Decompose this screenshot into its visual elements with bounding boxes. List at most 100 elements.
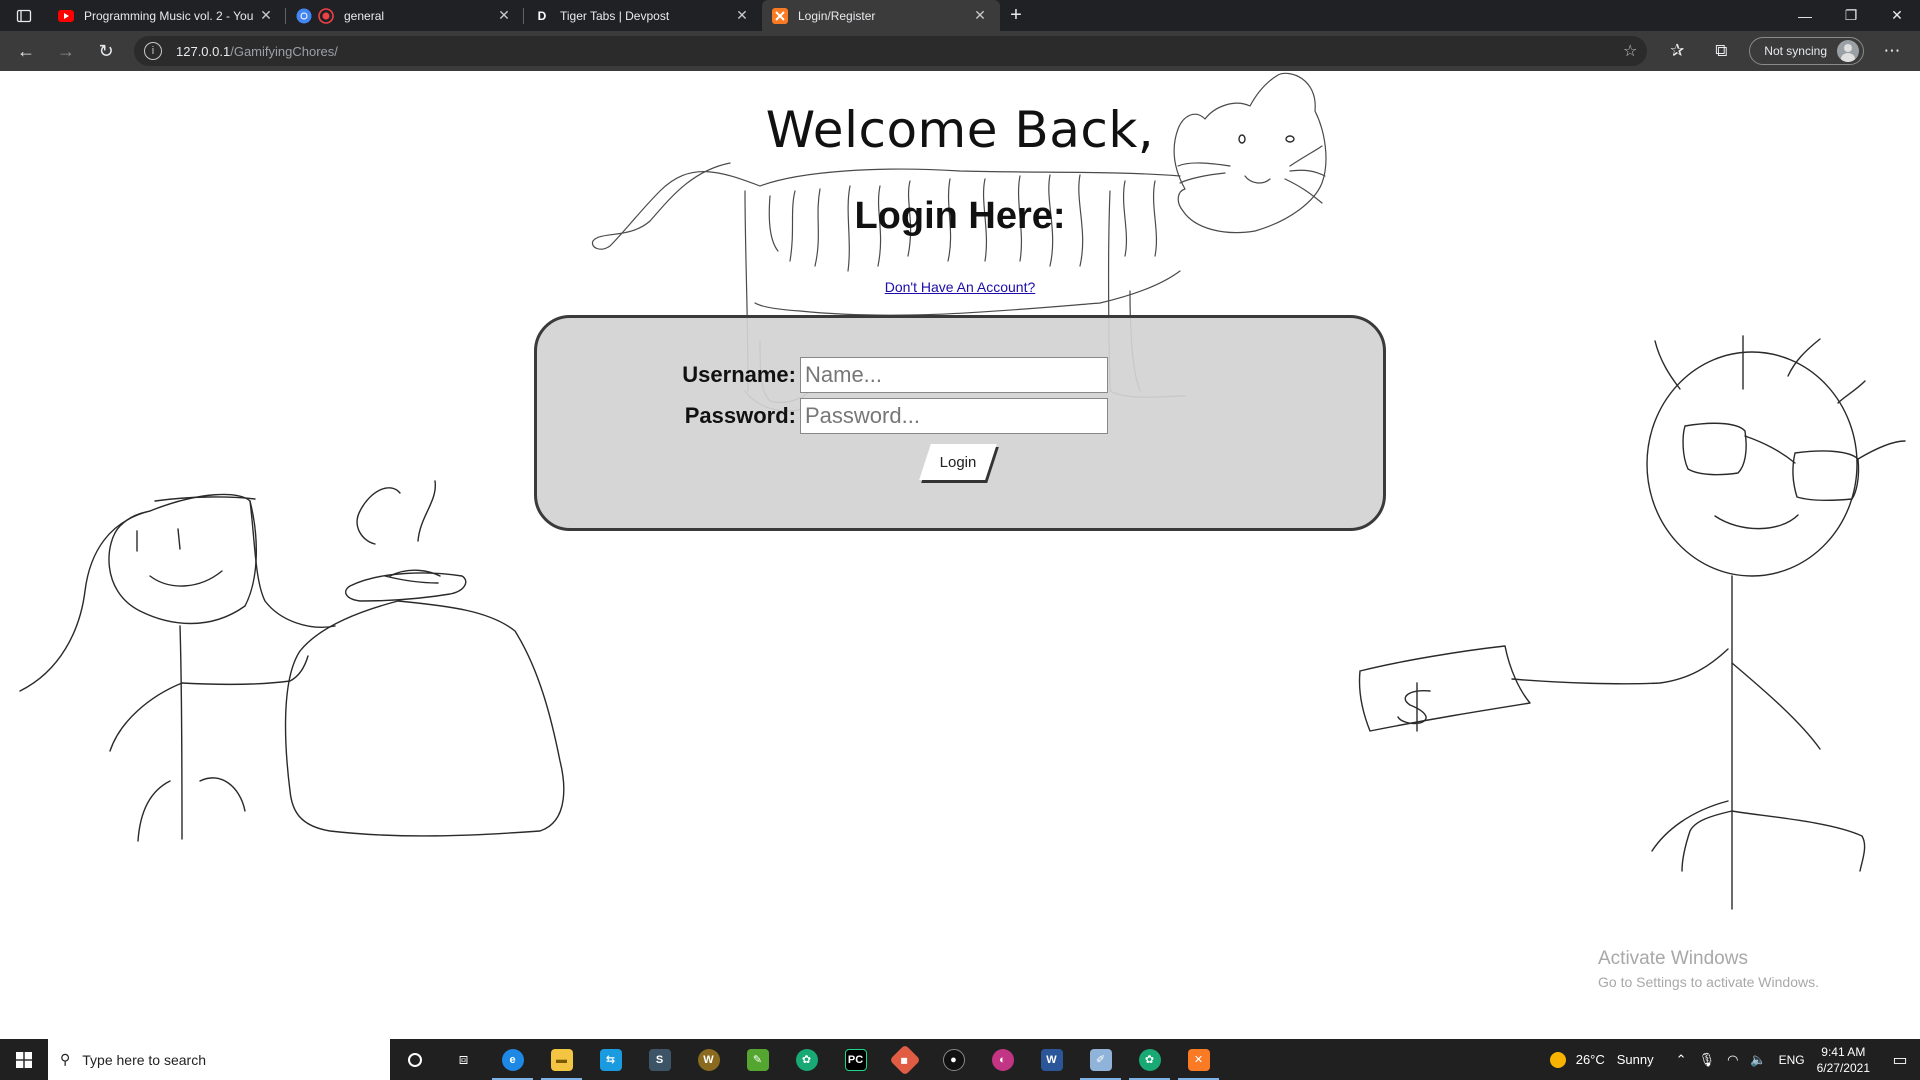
clock-date: 6/27/2021 [1816, 1060, 1870, 1075]
settings-menu-button[interactable]: ⋯ [1870, 35, 1914, 67]
wow-icon: W [697, 1048, 720, 1071]
close-icon[interactable]: ✕ [972, 7, 988, 24]
watermark-subtitle: Go to Settings to activate Windows. [1598, 974, 1819, 990]
forward-button[interactable]: → [46, 35, 86, 67]
devpost-icon: D [537, 8, 547, 23]
close-icon[interactable]: ✕ [734, 7, 750, 24]
start-button[interactable] [0, 1039, 48, 1080]
taskbar-app-8[interactable]: ● [929, 1039, 978, 1080]
taskbar-app-7[interactable]: ◆ [880, 1039, 929, 1080]
teamviewer-icon: ⇆ [599, 1048, 622, 1071]
cortana-icon [407, 1052, 422, 1067]
close-window-button[interactable]: ✕ [1874, 0, 1920, 31]
taskbar-search-input[interactable]: ⚲ Type here to search [48, 1039, 390, 1080]
username-input[interactable] [800, 357, 1108, 393]
arrow-right-icon: → [57, 40, 75, 61]
search-icon: ⚲ [60, 1051, 71, 1067]
obs-icon: ● [942, 1048, 965, 1071]
sun-icon [1549, 1051, 1566, 1068]
weather-widget[interactable]: 26°C Sunny [1549, 1051, 1654, 1068]
favorites-icon: ✰ [1670, 41, 1685, 60]
taskbar-app-3[interactable]: W [684, 1039, 733, 1080]
microphone-icon[interactable]: 🎙 [1699, 1052, 1716, 1068]
info-icon[interactable]: i [144, 42, 162, 60]
taskbar-app-9[interactable]: ◐ [978, 1039, 1027, 1080]
pycharm-icon: PC [844, 1048, 867, 1071]
tab-title: general [344, 8, 385, 23]
login-button[interactable]: Login [919, 444, 997, 480]
avatar [1837, 40, 1859, 62]
browser-tab-strip: Programming Music vol. 2 - You ✕ general… [0, 0, 1920, 31]
xampp-icon: ✕ [1187, 1048, 1210, 1071]
task-view-icon: ⧈ [458, 1051, 469, 1068]
windows-icon [16, 1051, 32, 1068]
welcome-heading: Welcome Back, [765, 101, 1155, 159]
window-controls: — ❐ ✕ [1782, 0, 1920, 31]
chatgpt-icon: ✿ [795, 1048, 818, 1071]
login-heading: Login Here: [854, 195, 1066, 237]
taskbar-app-xampp[interactable]: ✕ [1174, 1039, 1223, 1080]
tab-login-register[interactable]: Login/Register ✕ [762, 0, 1000, 31]
folder-icon: ▬ [550, 1048, 573, 1071]
collections-icon: ⧉ [1715, 41, 1728, 60]
taskbar-app-12[interactable]: ✿ [1125, 1039, 1174, 1080]
taskbar-app-2[interactable]: S [635, 1039, 684, 1080]
language-indicator[interactable]: ENG [1779, 1053, 1805, 1067]
taskbar-app-1[interactable]: ⇆ [586, 1039, 635, 1080]
collections-button[interactable]: ⧉ [1699, 35, 1743, 67]
close-icon[interactable]: ✕ [496, 7, 512, 24]
tab-actions-button[interactable] [0, 0, 48, 31]
add-favorite-icon[interactable]: ☆ [1623, 41, 1637, 61]
activate-windows-watermark: Activate Windows Go to Settings to activ… [1598, 948, 1819, 990]
xampp-icon [772, 7, 788, 24]
stick-figure-right-drawing [1358, 335, 1906, 910]
starcraft-icon: S [648, 1048, 671, 1071]
tab-title: Programming Music vol. 2 - You [84, 8, 254, 23]
close-icon[interactable]: ✕ [258, 7, 274, 24]
back-button[interactable]: ← [6, 35, 46, 67]
paint-icon: ◐ [991, 1048, 1014, 1071]
tab-title: Login/Register [798, 8, 876, 23]
volume-icon[interactable]: 🔈 [1750, 1052, 1766, 1068]
weather-condition: Sunny [1616, 1052, 1654, 1067]
new-tab-button[interactable]: + [1000, 0, 1032, 31]
plus-icon: + [1010, 4, 1022, 26]
tab-youtube[interactable]: Programming Music vol. 2 - You ✕ [48, 0, 286, 31]
chevron-up-icon[interactable]: ⌃ [1676, 1052, 1687, 1068]
taskbar-app-4[interactable]: ✎ [733, 1039, 782, 1080]
taskbar-app-10[interactable]: W [1027, 1039, 1076, 1080]
tab-discord[interactable]: general ✕ [286, 0, 524, 31]
password-row: Password: [537, 397, 1389, 435]
refresh-icon: ↻ [98, 40, 114, 61]
minimize-button[interactable]: — [1782, 0, 1828, 31]
task-view-button[interactable]: ⧈ [439, 1039, 488, 1080]
taskbar-app-5[interactable]: ✿ [782, 1039, 831, 1080]
restore-button[interactable]: ❐ [1828, 0, 1874, 31]
profile-sync-button[interactable]: Not syncing [1749, 37, 1864, 65]
gitkraken-icon: ◆ [888, 1043, 921, 1076]
refresh-button[interactable]: ↻ [86, 35, 126, 67]
notepad-icon: ✎ [746, 1048, 769, 1071]
login-form: Username: Password: Login [534, 315, 1386, 531]
favorites-button[interactable]: ✰ [1655, 35, 1699, 67]
address-bar[interactable]: i 127.0.0.1 /GamifyingChores/ ☆ [134, 36, 1648, 66]
taskbar-app-file-explorer[interactable]: ▬ [537, 1039, 586, 1080]
wifi-icon[interactable]: ◠ [1727, 1052, 1738, 1068]
trash-bag-drawing [284, 480, 565, 837]
cortana-button[interactable] [390, 1039, 439, 1080]
taskbar-app-11[interactable]: ✐ [1076, 1039, 1125, 1080]
tab-devpost[interactable]: D Tiger Tabs | Devpost ✕ [524, 0, 762, 31]
weather-temp: 26°C [1575, 1052, 1605, 1067]
wordpad-icon: W [1040, 1048, 1063, 1071]
clock[interactable]: 9:41 AM 6/27/2021 [1817, 1044, 1870, 1076]
tab-title: Tiger Tabs | Devpost [560, 8, 670, 23]
register-link-text[interactable]: Don't Have An Account? [885, 279, 1036, 295]
system-tray: 26°C Sunny ⌃ 🎙 ◠ 🔈 ENG 9:41 AM 6/27/2021… [1549, 1039, 1920, 1080]
taskbar-app-6[interactable]: PC [831, 1039, 880, 1080]
notification-button[interactable]: ▭ [1880, 1050, 1920, 1070]
youtube-icon [58, 8, 74, 24]
taskbar-app-edge[interactable]: e [488, 1039, 537, 1080]
password-input[interactable] [800, 398, 1108, 434]
register-link[interactable]: Don't Have An Account? [0, 279, 1920, 295]
discord-icon [318, 7, 334, 24]
